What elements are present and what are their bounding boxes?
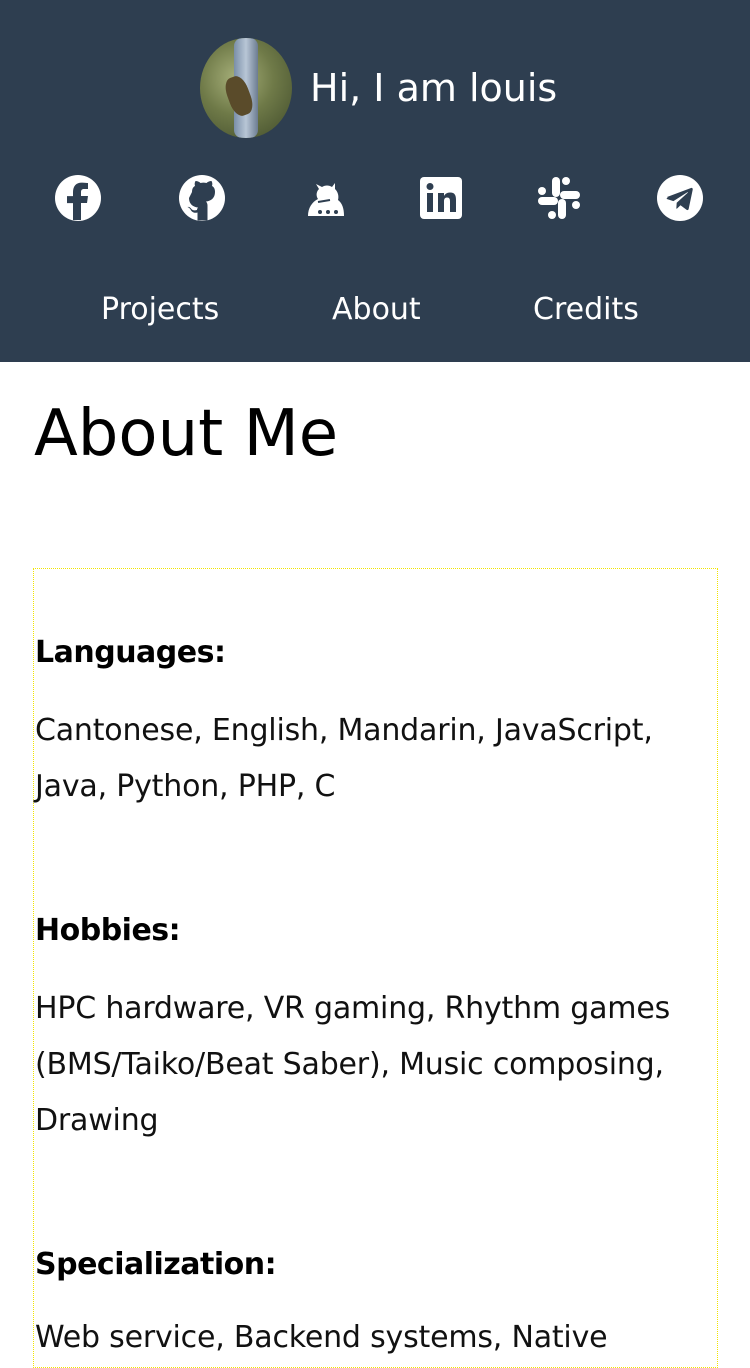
- nav-credits[interactable]: Credits: [533, 288, 639, 332]
- languages-heading: Languages:: [35, 635, 226, 670]
- hobbies-heading: Hobbies:: [35, 913, 181, 948]
- specialization-body: Web service, Backend systems, Native: [35, 1320, 608, 1355]
- nav-projects[interactable]: Projects: [101, 288, 219, 332]
- site-header: Hi, I am louis Projects About Credits: [0, 0, 750, 362]
- languages-body: Cantonese, English, Mandarin, JavaScript…: [35, 713, 653, 804]
- avatar: [200, 38, 292, 138]
- linkedin-icon[interactable]: [415, 172, 467, 224]
- page-title: About Me: [34, 397, 339, 471]
- slack-icon[interactable]: [533, 172, 585, 224]
- warframe-icon[interactable]: [298, 172, 350, 224]
- greeting-title: Hi, I am louis: [310, 66, 558, 110]
- nav-about[interactable]: About: [332, 288, 421, 332]
- telegram-icon[interactable]: [654, 172, 706, 224]
- hobbies-body: HPC hardware, VR gaming, Rhythm games (B…: [35, 991, 671, 1138]
- specialization-heading: Specialization:: [35, 1247, 277, 1282]
- facebook-icon[interactable]: [52, 172, 104, 224]
- github-icon[interactable]: [176, 172, 228, 224]
